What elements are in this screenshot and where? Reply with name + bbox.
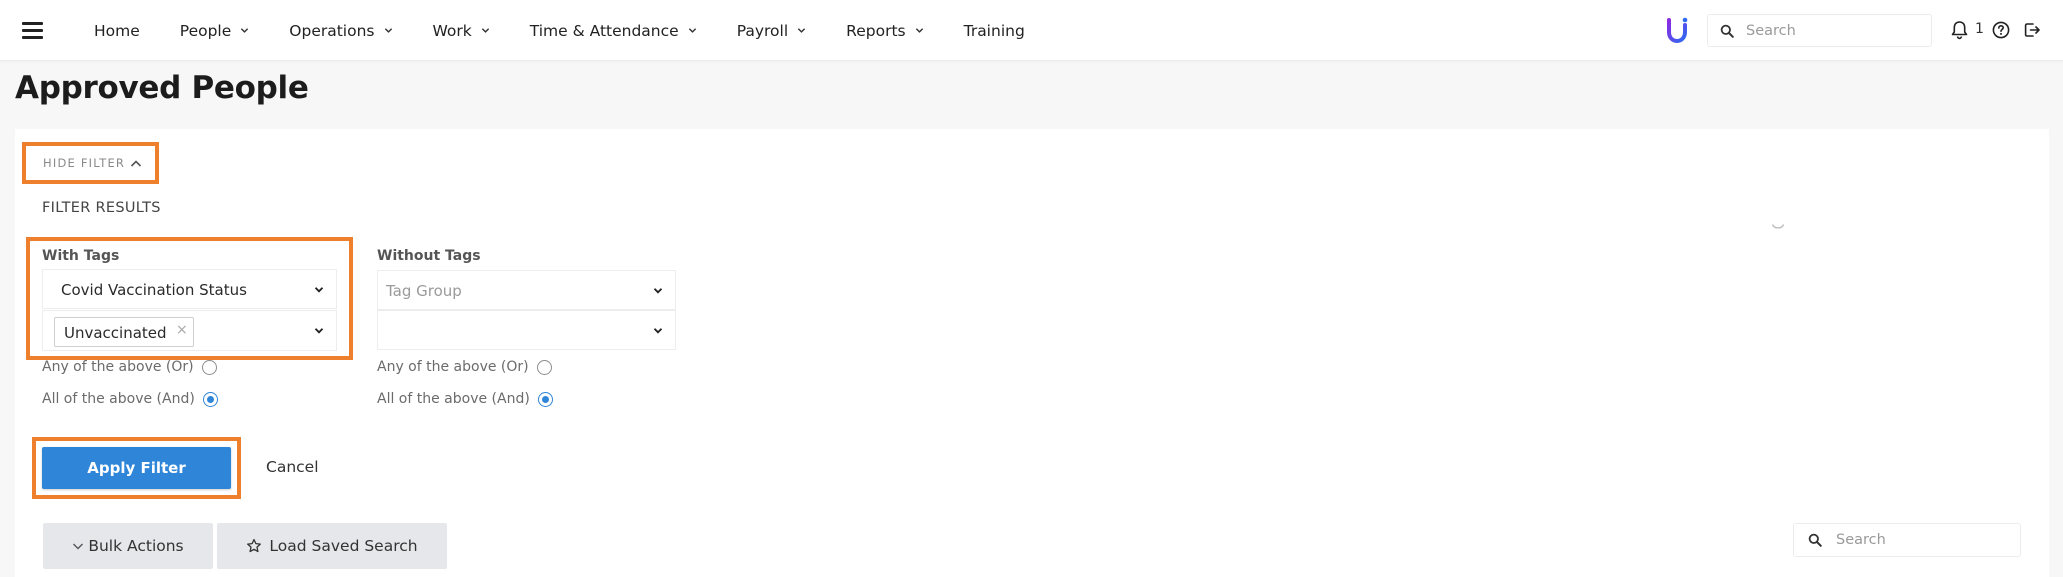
search-icon bbox=[1808, 533, 1822, 547]
without-tags-or-option[interactable]: Any of the above (Or) bbox=[377, 359, 552, 375]
star-icon bbox=[247, 538, 262, 553]
nav-item-people[interactable]: People bbox=[180, 22, 250, 40]
nav-item-time-attendance[interactable]: Time & Attendance bbox=[530, 22, 697, 40]
global-search-input[interactable] bbox=[1746, 22, 1916, 39]
nav-item-reports[interactable]: Reports bbox=[846, 22, 923, 40]
bulk-actions-button[interactable]: Bulk Actions bbox=[43, 523, 213, 569]
loading-spinner-icon bbox=[1771, 224, 1785, 229]
chevron-down-icon bbox=[653, 288, 663, 294]
tag-chip-label: Unvaccinated bbox=[64, 324, 167, 342]
top-navbar: Home People Operations Work Time & Atten… bbox=[0, 0, 2063, 61]
radio-or[interactable] bbox=[536, 359, 552, 375]
list-search-input[interactable] bbox=[1836, 532, 2006, 548]
with-tags-tag-select[interactable]: Unvaccinated × bbox=[42, 310, 337, 351]
option-label: All of the above (And) bbox=[42, 391, 195, 407]
load-saved-search-label: Load Saved Search bbox=[269, 537, 418, 555]
option-label: Any of the above (Or) bbox=[42, 359, 194, 375]
chevron-down-icon bbox=[384, 28, 392, 33]
search-icon bbox=[1720, 24, 1734, 38]
nav-item-label: Home bbox=[94, 21, 140, 40]
with-tags-or-option[interactable]: Any of the above (Or) bbox=[42, 359, 217, 375]
with-tags-group-select[interactable]: Covid Vaccination Status bbox=[42, 269, 337, 309]
with-tags-group-value: Covid Vaccination Status bbox=[61, 281, 247, 299]
apply-filter-button[interactable]: Apply Filter bbox=[42, 447, 231, 489]
help-icon[interactable] bbox=[1992, 21, 2010, 39]
u-logo-icon[interactable] bbox=[1665, 16, 1689, 44]
page-title: Approved People bbox=[15, 70, 309, 106]
nav-item-label: Reports bbox=[846, 21, 906, 40]
with-tags-label: With Tags bbox=[42, 248, 120, 264]
option-label: Any of the above (Or) bbox=[377, 359, 529, 375]
chevron-down-icon bbox=[73, 543, 84, 549]
bell-icon[interactable] bbox=[1950, 20, 1969, 40]
bulk-actions-label: Bulk Actions bbox=[88, 537, 184, 555]
chevron-down-icon bbox=[653, 328, 663, 334]
nav-item-operations[interactable]: Operations bbox=[289, 22, 392, 40]
chevron-down-icon bbox=[481, 28, 489, 33]
chevron-down-icon bbox=[688, 28, 696, 33]
global-search[interactable] bbox=[1707, 14, 1932, 47]
without-tags-and-option[interactable]: All of the above (And) bbox=[377, 391, 553, 407]
chevron-up-icon bbox=[131, 159, 142, 167]
nav-item-work[interactable]: Work bbox=[433, 22, 490, 40]
nav-item-label: Training bbox=[963, 21, 1025, 40]
logout-icon[interactable] bbox=[2023, 21, 2041, 39]
with-tags-and-option[interactable]: All of the above (And) bbox=[42, 391, 218, 407]
radio-and[interactable] bbox=[537, 391, 553, 407]
without-tags-group-placeholder: Tag Group bbox=[386, 282, 462, 300]
radio-or[interactable] bbox=[201, 359, 217, 375]
nav-item-payroll[interactable]: Payroll bbox=[737, 22, 806, 40]
filter-results-heading: FILTER RESULTS bbox=[42, 200, 161, 216]
chevron-down-icon bbox=[314, 287, 324, 293]
menu-icon[interactable] bbox=[22, 22, 43, 39]
nav-item-training[interactable]: Training bbox=[964, 22, 1025, 40]
hide-filter-label: HIDE FILTER bbox=[43, 156, 126, 170]
cancel-button[interactable]: Cancel bbox=[266, 458, 319, 476]
hide-filter-toggle[interactable]: HIDE FILTER bbox=[22, 142, 159, 184]
notification-count: 1 bbox=[1975, 21, 1984, 37]
load-saved-search-button[interactable]: Load Saved Search bbox=[217, 523, 447, 569]
remove-tag-icon[interactable]: × bbox=[176, 322, 188, 338]
nav-item-label: Payroll bbox=[736, 21, 789, 40]
nav-item-label: People bbox=[179, 21, 232, 40]
tag-chip: Unvaccinated × bbox=[54, 317, 194, 347]
chevron-down-icon bbox=[241, 28, 249, 33]
nav-item-home[interactable]: Home bbox=[94, 22, 140, 40]
radio-and[interactable] bbox=[202, 391, 218, 407]
nav-item-label: Work bbox=[432, 21, 472, 40]
chevron-down-icon bbox=[797, 28, 806, 33]
without-tags-group-select[interactable]: Tag Group bbox=[377, 270, 676, 310]
main-nav: Home People Operations Work Time & Atten… bbox=[94, 0, 1065, 61]
nav-item-label: Operations bbox=[289, 21, 375, 40]
chevron-down-icon bbox=[915, 28, 923, 33]
option-label: All of the above (And) bbox=[377, 391, 530, 407]
nav-item-label: Time & Attendance bbox=[529, 21, 679, 40]
apply-filter-highlight: Apply Filter bbox=[32, 437, 241, 499]
without-tags-label: Without Tags bbox=[377, 248, 481, 264]
chevron-down-icon bbox=[314, 328, 324, 334]
without-tags-tag-select[interactable] bbox=[377, 310, 676, 350]
list-search[interactable] bbox=[1793, 523, 2021, 557]
